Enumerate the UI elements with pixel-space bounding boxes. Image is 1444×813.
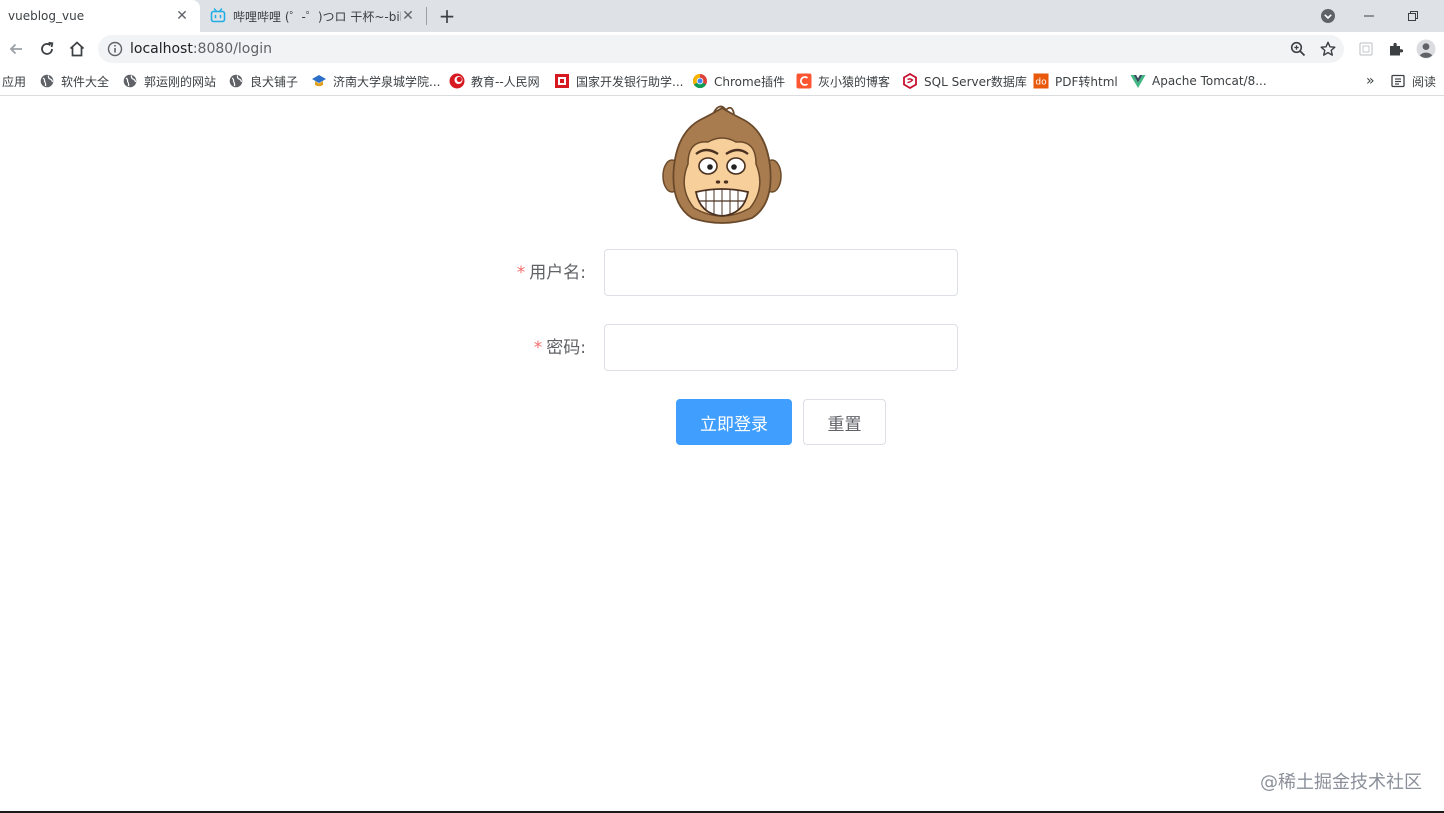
close-icon[interactable]: ✕ — [174, 8, 190, 24]
extension-page-icon[interactable] — [1356, 39, 1376, 59]
bookmark-item[interactable]: Apache Tomcat/8... — [1130, 71, 1267, 91]
bookmark-item[interactable]: SQL Server数据库 — [902, 71, 1027, 91]
restore-icon[interactable] — [1396, 0, 1430, 32]
bookmark-item[interactable]: do PDF转html — [1033, 71, 1118, 91]
reading-list-icon — [1390, 73, 1406, 89]
login-submit-button[interactable]: 立即登录 — [676, 399, 792, 445]
chrome-icon — [692, 73, 708, 89]
back-arrow-icon[interactable] — [4, 37, 28, 61]
globe-icon — [122, 73, 138, 89]
tab-separator — [426, 7, 427, 25]
username-input[interactable] — [604, 249, 958, 296]
bookmark-item[interactable]: 国家开发银行助学... — [554, 71, 683, 91]
bookmark-apps[interactable]: 应用 — [2, 71, 26, 91]
people-icon — [449, 73, 465, 89]
pdf-icon: do — [1033, 73, 1049, 89]
bookmark-item[interactable]: 郭运刚的网站 — [122, 71, 216, 91]
password-form-row: * 密码: — [490, 324, 960, 372]
username-form-row: * 用户名: — [490, 249, 960, 297]
required-mark: * — [516, 263, 526, 283]
tab-title: vueblog_vue — [8, 9, 85, 23]
school-icon — [311, 73, 327, 89]
tab-vueblog[interactable]: vueblog_vue ✕ — [0, 0, 200, 32]
password-label: * 密码: — [533, 338, 586, 358]
monkey-avatar-logo — [662, 105, 782, 224]
password-input[interactable] — [604, 324, 958, 371]
bank-icon — [554, 73, 570, 89]
bookmark-reading-list[interactable]: 阅读 — [1390, 71, 1436, 91]
info-icon[interactable] — [107, 41, 123, 57]
bookmarks-overflow-chevron-icon[interactable]: » — [1366, 71, 1375, 91]
address-bar[interactable]: localhost:8080/login — [98, 35, 1344, 63]
tab-strip: vueblog_vue ✕ 哔哩哔哩 (゜-゜)つロ 干杯~-bilibili … — [0, 0, 1444, 32]
tab-title: 哔哩哔哩 (゜-゜)つロ 干杯~-bilibili — [233, 9, 401, 24]
new-tab-plus-icon[interactable]: + — [436, 5, 458, 27]
bookmark-item[interactable]: 良犬铺子 — [228, 71, 298, 91]
close-icon[interactable]: ✕ — [400, 8, 416, 24]
reset-button[interactable]: 重置 — [803, 399, 886, 445]
url-text[interactable]: localhost:8080/login — [130, 41, 272, 57]
sql-icon — [902, 73, 918, 89]
bilibili-icon — [210, 8, 226, 23]
csdn-icon — [796, 73, 812, 89]
reload-icon[interactable] — [35, 37, 59, 61]
bookmarks-bar: 应用 软件大全 郭运刚的网站 良犬铺子 济南大学泉城学院... 教育--人民网 … — [0, 66, 1444, 96]
vue-icon — [1130, 73, 1146, 89]
required-mark: * — [533, 338, 543, 358]
zoom-icon[interactable] — [1289, 40, 1307, 58]
svg-text:do: do — [1035, 78, 1047, 88]
bookmark-item[interactable]: 灰小猿的博客 — [796, 71, 890, 91]
globe-icon — [228, 73, 244, 89]
minimize-icon[interactable] — [1352, 0, 1386, 32]
bookmark-star-icon[interactable] — [1319, 40, 1337, 58]
watermark-text: @稀土掘金技术社区 — [1260, 772, 1422, 793]
home-icon[interactable] — [65, 37, 89, 61]
tab-search-icon[interactable] — [1316, 0, 1340, 32]
bookmark-item[interactable]: 济南大学泉城学院... — [311, 71, 440, 91]
browser-toolbar: localhost:8080/login — [0, 32, 1444, 66]
bookmark-item[interactable]: 教育--人民网 — [449, 71, 540, 91]
extensions-puzzle-icon[interactable] — [1386, 39, 1406, 59]
profile-avatar-icon[interactable] — [1416, 39, 1436, 59]
bookmark-item[interactable]: 软件大全 — [39, 71, 109, 91]
username-label: * 用户名: — [516, 263, 586, 283]
globe-icon — [39, 73, 55, 89]
tab-bilibili[interactable]: 哔哩哔哩 (゜-゜)つロ 干杯~-bilibili ✕ — [200, 0, 426, 32]
bookmark-item[interactable]: Chrome插件 — [692, 71, 785, 91]
